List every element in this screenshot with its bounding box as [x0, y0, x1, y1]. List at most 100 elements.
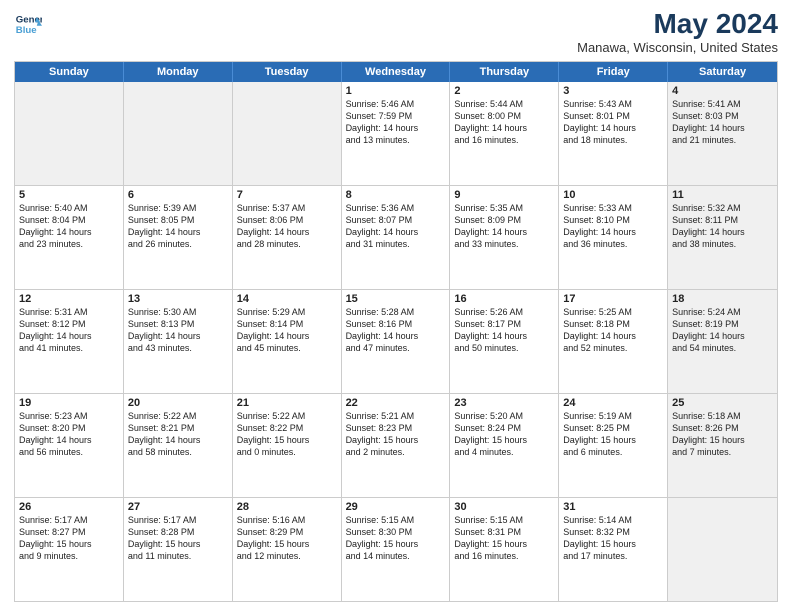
calendar-row-5: 26Sunrise: 5:17 AM Sunset: 8:27 PM Dayli…	[15, 497, 777, 601]
day-of-week-friday: Friday	[559, 62, 668, 82]
calendar-cell-empty	[233, 82, 342, 185]
day-number: 10	[563, 189, 663, 201]
day-number: 16	[454, 293, 554, 305]
day-number: 1	[346, 85, 446, 97]
title-area: May 2024 Manawa, Wisconsin, United State…	[577, 10, 778, 55]
calendar-cell-day-3: 3Sunrise: 5:43 AM Sunset: 8:01 PM Daylig…	[559, 82, 668, 185]
calendar-cell-day-21: 21Sunrise: 5:22 AM Sunset: 8:22 PM Dayli…	[233, 394, 342, 497]
cell-info: Sunrise: 5:24 AM Sunset: 8:19 PM Dayligh…	[672, 306, 773, 355]
cell-info: Sunrise: 5:29 AM Sunset: 8:14 PM Dayligh…	[237, 306, 337, 355]
calendar-row-2: 5Sunrise: 5:40 AM Sunset: 8:04 PM Daylig…	[15, 185, 777, 289]
cell-info: Sunrise: 5:30 AM Sunset: 8:13 PM Dayligh…	[128, 306, 228, 355]
day-number: 6	[128, 189, 228, 201]
calendar-cell-day-30: 30Sunrise: 5:15 AM Sunset: 8:31 PM Dayli…	[450, 498, 559, 601]
calendar-cell-day-6: 6Sunrise: 5:39 AM Sunset: 8:05 PM Daylig…	[124, 186, 233, 289]
calendar-cell-day-1: 1Sunrise: 5:46 AM Sunset: 7:59 PM Daylig…	[342, 82, 451, 185]
calendar-cell-day-31: 31Sunrise: 5:14 AM Sunset: 8:32 PM Dayli…	[559, 498, 668, 601]
cell-info: Sunrise: 5:35 AM Sunset: 8:09 PM Dayligh…	[454, 202, 554, 251]
cell-info: Sunrise: 5:23 AM Sunset: 8:20 PM Dayligh…	[19, 410, 119, 459]
calendar-row-1: 1Sunrise: 5:46 AM Sunset: 7:59 PM Daylig…	[15, 82, 777, 185]
calendar-cell-day-18: 18Sunrise: 5:24 AM Sunset: 8:19 PM Dayli…	[668, 290, 777, 393]
day-number: 4	[672, 85, 773, 97]
logo: General Blue	[14, 10, 42, 38]
cell-info: Sunrise: 5:44 AM Sunset: 8:00 PM Dayligh…	[454, 98, 554, 147]
cell-info: Sunrise: 5:26 AM Sunset: 8:17 PM Dayligh…	[454, 306, 554, 355]
calendar-cell-day-16: 16Sunrise: 5:26 AM Sunset: 8:17 PM Dayli…	[450, 290, 559, 393]
calendar-cell-empty	[15, 82, 124, 185]
cell-info: Sunrise: 5:43 AM Sunset: 8:01 PM Dayligh…	[563, 98, 663, 147]
cell-info: Sunrise: 5:17 AM Sunset: 8:28 PM Dayligh…	[128, 514, 228, 563]
calendar-cell-empty	[124, 82, 233, 185]
calendar-cell-day-29: 29Sunrise: 5:15 AM Sunset: 8:30 PM Dayli…	[342, 498, 451, 601]
calendar-cell-day-22: 22Sunrise: 5:21 AM Sunset: 8:23 PM Dayli…	[342, 394, 451, 497]
day-number: 20	[128, 397, 228, 409]
calendar-cell-day-28: 28Sunrise: 5:16 AM Sunset: 8:29 PM Dayli…	[233, 498, 342, 601]
day-number: 24	[563, 397, 663, 409]
cell-info: Sunrise: 5:22 AM Sunset: 8:22 PM Dayligh…	[237, 410, 337, 459]
calendar-row-4: 19Sunrise: 5:23 AM Sunset: 8:20 PM Dayli…	[15, 393, 777, 497]
day-number: 25	[672, 397, 773, 409]
day-number: 3	[563, 85, 663, 97]
day-number: 30	[454, 501, 554, 513]
cell-info: Sunrise: 5:19 AM Sunset: 8:25 PM Dayligh…	[563, 410, 663, 459]
subtitle: Manawa, Wisconsin, United States	[577, 40, 778, 55]
cell-info: Sunrise: 5:25 AM Sunset: 8:18 PM Dayligh…	[563, 306, 663, 355]
day-number: 13	[128, 293, 228, 305]
header: General Blue May 2024 Manawa, Wisconsin,…	[14, 10, 778, 55]
calendar-cell-day-17: 17Sunrise: 5:25 AM Sunset: 8:18 PM Dayli…	[559, 290, 668, 393]
day-of-week-sunday: Sunday	[15, 62, 124, 82]
logo-icon: General Blue	[14, 10, 42, 38]
day-of-week-wednesday: Wednesday	[342, 62, 451, 82]
calendar-cell-day-25: 25Sunrise: 5:18 AM Sunset: 8:26 PM Dayli…	[668, 394, 777, 497]
cell-info: Sunrise: 5:22 AM Sunset: 8:21 PM Dayligh…	[128, 410, 228, 459]
day-number: 27	[128, 501, 228, 513]
cell-info: Sunrise: 5:41 AM Sunset: 8:03 PM Dayligh…	[672, 98, 773, 147]
cell-info: Sunrise: 5:17 AM Sunset: 8:27 PM Dayligh…	[19, 514, 119, 563]
day-number: 11	[672, 189, 773, 201]
calendar-row-3: 12Sunrise: 5:31 AM Sunset: 8:12 PM Dayli…	[15, 289, 777, 393]
day-number: 31	[563, 501, 663, 513]
day-number: 22	[346, 397, 446, 409]
day-number: 12	[19, 293, 119, 305]
cell-info: Sunrise: 5:39 AM Sunset: 8:05 PM Dayligh…	[128, 202, 228, 251]
cell-info: Sunrise: 5:33 AM Sunset: 8:10 PM Dayligh…	[563, 202, 663, 251]
cell-info: Sunrise: 5:32 AM Sunset: 8:11 PM Dayligh…	[672, 202, 773, 251]
calendar-header: SundayMondayTuesdayWednesdayThursdayFrid…	[15, 62, 777, 82]
calendar-cell-day-13: 13Sunrise: 5:30 AM Sunset: 8:13 PM Dayli…	[124, 290, 233, 393]
day-number: 17	[563, 293, 663, 305]
calendar-cell-day-23: 23Sunrise: 5:20 AM Sunset: 8:24 PM Dayli…	[450, 394, 559, 497]
calendar-cell-day-12: 12Sunrise: 5:31 AM Sunset: 8:12 PM Dayli…	[15, 290, 124, 393]
day-number: 18	[672, 293, 773, 305]
calendar-cell-day-10: 10Sunrise: 5:33 AM Sunset: 8:10 PM Dayli…	[559, 186, 668, 289]
calendar-body: 1Sunrise: 5:46 AM Sunset: 7:59 PM Daylig…	[15, 82, 777, 601]
day-number: 8	[346, 189, 446, 201]
day-number: 21	[237, 397, 337, 409]
svg-text:Blue: Blue	[16, 25, 37, 36]
calendar-cell-day-7: 7Sunrise: 5:37 AM Sunset: 8:06 PM Daylig…	[233, 186, 342, 289]
day-number: 19	[19, 397, 119, 409]
cell-info: Sunrise: 5:16 AM Sunset: 8:29 PM Dayligh…	[237, 514, 337, 563]
day-number: 15	[346, 293, 446, 305]
cell-info: Sunrise: 5:14 AM Sunset: 8:32 PM Dayligh…	[563, 514, 663, 563]
calendar-cell-day-11: 11Sunrise: 5:32 AM Sunset: 8:11 PM Dayli…	[668, 186, 777, 289]
day-number: 2	[454, 85, 554, 97]
main-title: May 2024	[577, 10, 778, 38]
day-number: 9	[454, 189, 554, 201]
cell-info: Sunrise: 5:18 AM Sunset: 8:26 PM Dayligh…	[672, 410, 773, 459]
day-of-week-saturday: Saturday	[668, 62, 777, 82]
cell-info: Sunrise: 5:40 AM Sunset: 8:04 PM Dayligh…	[19, 202, 119, 251]
calendar-cell-day-8: 8Sunrise: 5:36 AM Sunset: 8:07 PM Daylig…	[342, 186, 451, 289]
day-of-week-monday: Monday	[124, 62, 233, 82]
cell-info: Sunrise: 5:15 AM Sunset: 8:31 PM Dayligh…	[454, 514, 554, 563]
cell-info: Sunrise: 5:15 AM Sunset: 8:30 PM Dayligh…	[346, 514, 446, 563]
calendar-cell-day-19: 19Sunrise: 5:23 AM Sunset: 8:20 PM Dayli…	[15, 394, 124, 497]
calendar-cell-day-4: 4Sunrise: 5:41 AM Sunset: 8:03 PM Daylig…	[668, 82, 777, 185]
calendar: SundayMondayTuesdayWednesdayThursdayFrid…	[14, 61, 778, 602]
calendar-cell-day-27: 27Sunrise: 5:17 AM Sunset: 8:28 PM Dayli…	[124, 498, 233, 601]
page: General Blue May 2024 Manawa, Wisconsin,…	[0, 0, 792, 612]
day-number: 26	[19, 501, 119, 513]
calendar-cell-empty	[668, 498, 777, 601]
day-number: 23	[454, 397, 554, 409]
cell-info: Sunrise: 5:36 AM Sunset: 8:07 PM Dayligh…	[346, 202, 446, 251]
day-number: 28	[237, 501, 337, 513]
